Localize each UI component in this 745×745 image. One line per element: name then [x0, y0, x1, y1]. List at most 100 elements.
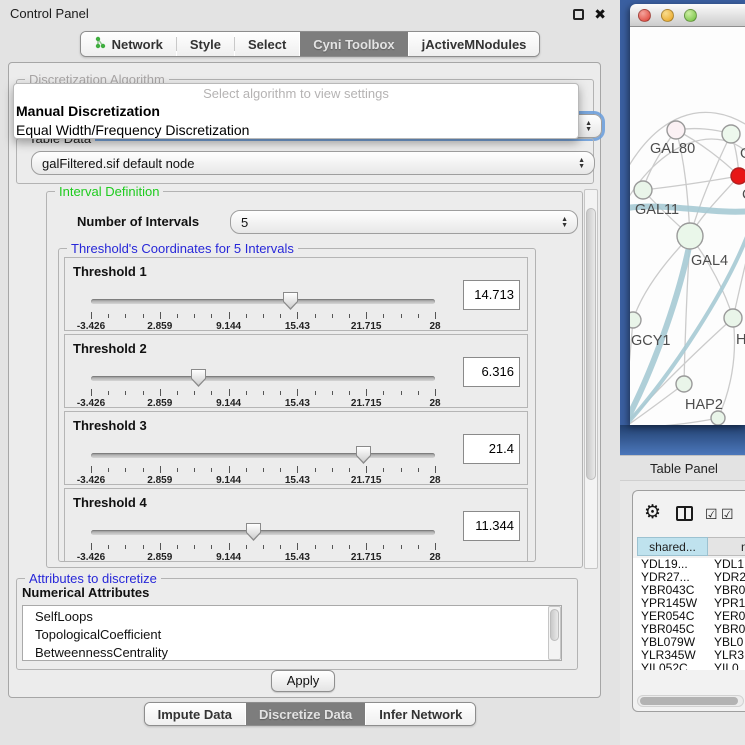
attributes-group: Attributes to discretize Numerical Attri… [16, 578, 578, 670]
tick-mark [280, 314, 281, 318]
tick-mark [229, 389, 230, 396]
float-window-icon[interactable] [573, 9, 584, 20]
slider-track[interactable] [91, 453, 435, 458]
table-row[interactable]: YPR145WYPR1 [633, 597, 745, 610]
threshold-value-field[interactable]: 6.316 [463, 357, 520, 387]
cell-name: YIL0 [704, 662, 745, 670]
numerical-attributes-title: Numerical Attributes [22, 585, 149, 600]
network-node[interactable] [667, 121, 685, 139]
popup-option-manual-discretization[interactable]: Manual Discretization [14, 102, 578, 121]
slider-thumb[interactable] [283, 292, 298, 310]
tab-discretize-data[interactable]: Discretize Data [246, 703, 365, 725]
slider-track[interactable] [91, 299, 435, 304]
close-icon[interactable]: ✖ [594, 5, 606, 23]
close-traffic-light-icon[interactable] [638, 9, 651, 22]
tick-mark [125, 468, 126, 472]
zoom-traffic-light-icon[interactable] [684, 9, 697, 22]
slider[interactable]: -3.4262.8599.14415.4321.71528 [91, 365, 435, 409]
network-node[interactable] [677, 223, 703, 249]
attribute-list-item[interactable]: SelfLoops [23, 608, 561, 626]
threshold-panel: Threshold 4-3.4262.8599.14415.4321.71528… [64, 488, 528, 562]
tick-label: 15.43 [285, 552, 310, 563]
tick-label: 21.715 [351, 398, 382, 409]
network-canvas[interactable]: GAL80GACGAL11GAL4GCY1HHAP2 [630, 27, 745, 425]
attribute-list-item[interactable]: BetweennessCentrality [23, 644, 561, 661]
slider-track[interactable] [91, 376, 435, 381]
tick-mark [315, 391, 316, 395]
table-data-combobox[interactable]: galFiltered.sif default node ▲▼ [31, 151, 595, 175]
table-row[interactable]: YDL19...YDL1 [633, 558, 745, 571]
table-row[interactable]: YBR043CYBR0 [633, 584, 745, 597]
tick-mark [160, 312, 161, 319]
network-node[interactable] [630, 312, 641, 328]
table-row[interactable]: YDR27...YDR2 [633, 571, 745, 584]
cell-shared-name: YDR27... [633, 571, 704, 584]
tick-label: 21.715 [351, 552, 382, 563]
apply-button[interactable]: Apply [271, 670, 335, 692]
table-row[interactable]: YIL052CYIL0 [633, 662, 745, 670]
scrollbar-thumb[interactable] [640, 697, 738, 705]
horizontal-scrollbar[interactable] [637, 695, 744, 707]
popup-option-equal-width-frequency[interactable]: Equal Width/Frequency Discretization [14, 121, 578, 140]
split-columns-icon[interactable] [676, 506, 693, 521]
cell-shared-name: YIL052C [633, 662, 704, 670]
table-panel-titlebar: Table Panel [620, 455, 745, 481]
slider-thumb[interactable] [246, 523, 261, 541]
panel-title: Control Panel [10, 0, 89, 28]
table-row[interactable]: YBR045CYBR0 [633, 623, 745, 636]
tick-mark [143, 468, 144, 472]
number-of-intervals-combobox[interactable]: 5 ▲▼ [230, 210, 578, 234]
network-node[interactable] [676, 376, 692, 392]
gear-icon[interactable]: ⚙ [644, 501, 661, 525]
slider[interactable]: -3.4262.8599.14415.4321.71528 [91, 288, 435, 332]
network-node[interactable] [722, 125, 740, 143]
threshold-value-field[interactable]: 11.344 [463, 511, 520, 541]
slider[interactable]: -3.4262.8599.14415.4321.71528 [91, 442, 435, 486]
group-label-attributes: Attributes to discretize [25, 571, 161, 586]
scrollbar-thumb[interactable] [586, 208, 596, 480]
network-node[interactable] [711, 411, 725, 425]
network-node[interactable] [634, 181, 652, 199]
cell-name: YBR0 [704, 584, 745, 597]
attributes-list-scrollbar[interactable] [548, 606, 561, 660]
attribute-list-item[interactable]: TopologicalCoefficient [23, 626, 561, 644]
minimize-traffic-light-icon[interactable] [661, 9, 674, 22]
tick-mark [280, 468, 281, 472]
network-window-titlebar [630, 4, 745, 27]
network-node[interactable] [731, 168, 745, 184]
tick-mark [435, 543, 436, 550]
scrollbar-thumb[interactable] [550, 609, 559, 641]
cell-name: YDR2 [704, 571, 745, 584]
tick-label: 15.43 [285, 398, 310, 409]
slider-track[interactable] [91, 530, 435, 535]
slider-thumb[interactable] [356, 446, 371, 464]
slider-thumb[interactable] [191, 369, 206, 387]
tick-mark [383, 545, 384, 549]
slider[interactable]: -3.4262.8599.14415.4321.71528 [91, 519, 435, 563]
network-node[interactable] [724, 309, 742, 327]
tab-impute-data[interactable]: Impute Data [145, 703, 245, 725]
checkbox-icon[interactable]: ☑ [721, 506, 734, 523]
cell-name: YLR3 [704, 649, 745, 662]
column-header-shared[interactable]: shared... [637, 537, 708, 556]
tick-mark [366, 466, 367, 473]
tick-mark [263, 314, 264, 318]
table-row[interactable]: YER054CYER0 [633, 610, 745, 623]
threshold-value-field[interactable]: 21.4 [463, 434, 520, 464]
threshold-value-field[interactable]: 14.713 [463, 280, 520, 310]
column-header-name[interactable]: n [708, 537, 745, 556]
table-row[interactable]: YLR345WYLR3 [633, 649, 745, 662]
tab-network[interactable]: Network [81, 32, 176, 56]
tab-jactivemnodules[interactable]: jActiveMNodules [409, 32, 540, 56]
tick-mark [211, 468, 212, 472]
tick-label: 2.859 [147, 321, 172, 332]
panel-vertical-scrollbar[interactable] [584, 189, 598, 569]
numerical-attributes-list[interactable]: SelfLoopsTopologicalCoefficientBetweenne… [22, 605, 562, 661]
table-row[interactable]: YBL079WYBL0 [633, 636, 745, 649]
tab-style[interactable]: Style [177, 32, 234, 56]
tab-cyni-toolbox[interactable]: Cyni Toolbox [300, 32, 407, 56]
tab-infer-network[interactable]: Infer Network [366, 703, 475, 725]
tab-select[interactable]: Select [235, 32, 299, 56]
checkbox-icon[interactable]: ☑ [705, 506, 718, 523]
tick-mark [263, 545, 264, 549]
